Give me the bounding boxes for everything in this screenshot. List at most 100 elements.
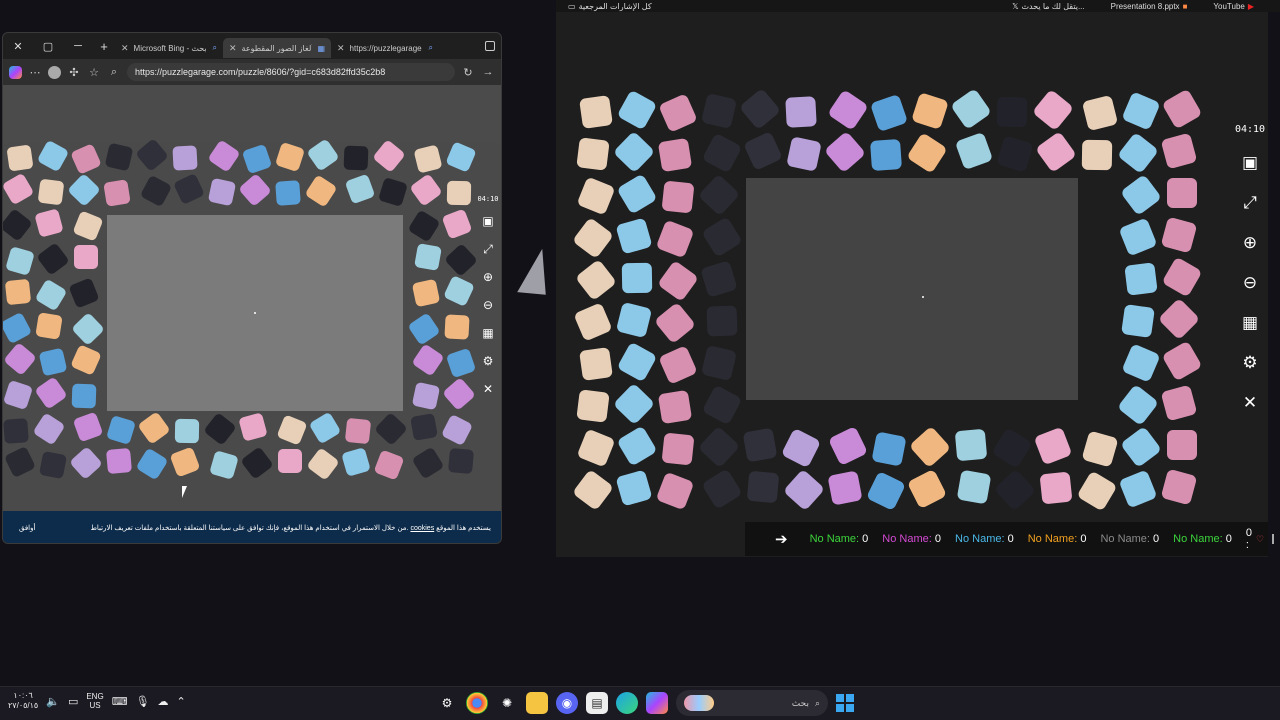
puzzle-piece[interactable] xyxy=(4,278,32,306)
puzzle-piece[interactable] xyxy=(5,246,35,276)
puzzle-piece[interactable] xyxy=(954,131,994,171)
profile-avatar[interactable] xyxy=(48,65,61,79)
puzzle-piece[interactable] xyxy=(573,302,613,342)
puzzle-piece[interactable] xyxy=(442,377,476,411)
puzzle-piece[interactable] xyxy=(3,379,34,411)
puzzle-piece[interactable] xyxy=(413,144,443,174)
puzzle-piece[interactable] xyxy=(1116,383,1160,427)
puzzle-piece[interactable] xyxy=(1076,470,1118,512)
puzzle-piece[interactable] xyxy=(207,139,241,173)
puzzle-piece[interactable] xyxy=(38,347,68,377)
puzzle-piece[interactable] xyxy=(344,173,376,205)
puzzle-piece[interactable] xyxy=(1118,469,1158,509)
puzzle-piece[interactable] xyxy=(414,243,442,271)
puzzle-piece[interactable] xyxy=(444,243,478,277)
puzzle-piece[interactable] xyxy=(274,141,306,173)
puzzle-piece[interactable] xyxy=(701,132,743,174)
puzzle-piece[interactable] xyxy=(68,277,100,309)
puzzle-piece[interactable] xyxy=(1160,216,1198,254)
bookmark-all[interactable]: ▭ كل الإشارات المرجعية xyxy=(568,2,652,11)
puzzle-piece[interactable] xyxy=(827,425,869,467)
puzzle-piece[interactable] xyxy=(1033,426,1073,466)
puzzle-piece[interactable] xyxy=(574,258,618,302)
puzzle-piece[interactable] xyxy=(576,428,616,468)
puzzle-piece[interactable] xyxy=(69,446,103,480)
puzzle-piece[interactable] xyxy=(743,131,783,171)
puzzle-piece[interactable] xyxy=(3,342,37,376)
puzzle-piece[interactable] xyxy=(1161,256,1203,298)
puzzle-piece[interactable] xyxy=(786,136,822,172)
puzzle-piece[interactable] xyxy=(1161,340,1203,382)
bookmark-item[interactable]: YouTube ▶ xyxy=(1213,2,1254,11)
puzzle-piece[interactable] xyxy=(697,425,741,469)
puzzle-piece[interactable] xyxy=(621,262,653,294)
edge-app-icon[interactable] xyxy=(616,692,638,714)
puzzle-piece[interactable] xyxy=(103,179,131,207)
puzzle-piece[interactable] xyxy=(71,312,105,346)
puzzle-piece[interactable] xyxy=(173,173,205,205)
puzzle-piece[interactable] xyxy=(104,142,134,172)
tab-close-icon[interactable]: ✕ xyxy=(229,43,237,54)
puzzle-piece[interactable] xyxy=(444,314,470,340)
puzzle-piece[interactable] xyxy=(275,180,301,206)
image-preview-icon[interactable]: ▣ xyxy=(1238,151,1262,175)
puzzle-piece[interactable] xyxy=(701,468,743,510)
new-tab-button[interactable]: + xyxy=(93,39,115,54)
settings-gear-icon[interactable]: ⚙ xyxy=(478,351,498,371)
puzzle-piece[interactable] xyxy=(3,418,29,444)
puzzle-piece[interactable] xyxy=(445,347,477,379)
puzzle-piece[interactable] xyxy=(203,412,237,446)
puzzle-piece[interactable] xyxy=(238,173,272,207)
window-maximize-button[interactable]: ▢ xyxy=(33,33,63,59)
puzzle-piece[interactable] xyxy=(661,180,695,214)
puzzle-piece[interactable] xyxy=(701,216,743,258)
puzzle-piece[interactable] xyxy=(697,173,741,217)
puzzle-piece[interactable] xyxy=(411,381,441,411)
puzzle-piece[interactable] xyxy=(827,89,869,131)
puzzle-piece[interactable] xyxy=(34,376,68,410)
puzzle-piece[interactable] xyxy=(34,278,68,312)
puzzle-piece[interactable] xyxy=(3,208,33,242)
cloud-icon[interactable]: ☁ xyxy=(158,695,169,708)
more-menu-icon[interactable]: ⋯ xyxy=(28,66,42,79)
puzzle-piece[interactable] xyxy=(616,341,658,383)
puzzle-piece[interactable] xyxy=(72,210,104,242)
puzzle-piece[interactable] xyxy=(1121,91,1161,131)
tab-puzzle[interactable]: ✕ ألغاز الصور المقطوعة ▦ xyxy=(223,38,331,58)
puzzle-piece[interactable] xyxy=(1081,430,1119,468)
close-icon[interactable]: ✕ xyxy=(478,379,498,399)
puzzle-piece[interactable] xyxy=(1081,139,1113,171)
forward-arrow-icon[interactable]: → xyxy=(481,66,495,78)
puzzle-board[interactable] xyxy=(746,178,1078,400)
puzzle-piece[interactable] xyxy=(106,415,136,445)
puzzle-piece[interactable] xyxy=(374,412,408,446)
puzzle-piece[interactable] xyxy=(3,311,33,345)
puzzle-piece[interactable] xyxy=(34,208,64,238)
next-arrow-icon[interactable]: ➔ xyxy=(775,530,788,548)
puzzle-piece[interactable] xyxy=(207,177,237,207)
puzzle-piece[interactable] xyxy=(991,427,1033,469)
puzzle-piece[interactable] xyxy=(615,469,653,507)
puzzle-piece[interactable] xyxy=(571,216,615,260)
puzzle-piece[interactable] xyxy=(653,301,697,345)
puzzle-piece[interactable] xyxy=(579,95,613,129)
puzzle-piece[interactable] xyxy=(615,301,653,339)
puzzle-piece[interactable] xyxy=(443,275,475,307)
grid-icon[interactable]: ▦ xyxy=(478,323,498,343)
layout-icon[interactable] xyxy=(1272,534,1275,544)
bookmark-item[interactable]: Presentation 8.pptx ■ xyxy=(1111,2,1188,11)
puzzle-piece[interactable] xyxy=(701,345,737,381)
puzzle-piece[interactable] xyxy=(1035,131,1077,173)
puzzle-piece[interactable] xyxy=(411,446,445,480)
puzzle-piece[interactable] xyxy=(306,447,340,481)
image-preview-icon[interactable]: ▣ xyxy=(478,211,498,231)
fullscreen-icon[interactable]: ⤢ xyxy=(1238,191,1262,215)
puzzle-piece[interactable] xyxy=(172,145,198,171)
network-icon[interactable]: ▭ xyxy=(68,695,78,708)
puzzle-piece[interactable] xyxy=(1121,343,1161,383)
puzzle-piece[interactable] xyxy=(782,468,826,512)
puzzle-piece[interactable] xyxy=(241,143,273,175)
puzzle-piece[interactable] xyxy=(738,87,782,131)
tab-actions-icon[interactable] xyxy=(485,41,495,51)
puzzle-piece[interactable] xyxy=(827,470,863,506)
